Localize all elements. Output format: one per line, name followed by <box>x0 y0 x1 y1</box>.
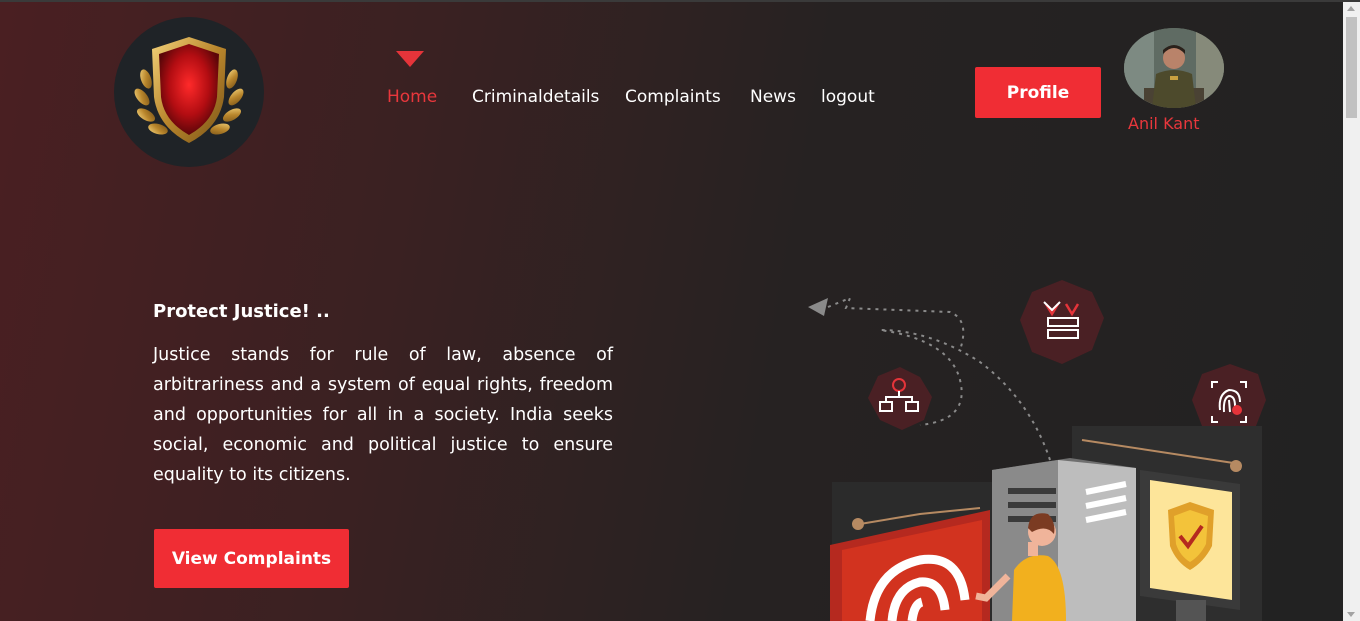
site-logo[interactable] <box>114 17 264 167</box>
shield-laurel-logo-icon <box>134 37 244 143</box>
page-canvas: Home Criminaldetails Complaints News log… <box>0 2 1343 621</box>
scroll-down-arrow-icon[interactable] <box>1347 612 1355 617</box>
user-name: Anil Kant <box>1128 114 1200 133</box>
nav-home[interactable]: Home <box>387 87 437 107</box>
nav-logout[interactable]: logout <box>821 87 875 107</box>
view-complaints-button[interactable]: View Complaints <box>154 529 349 588</box>
scroll-up-arrow-icon[interactable] <box>1347 6 1355 11</box>
triangle-down-icon <box>396 51 424 67</box>
vertical-scrollbar[interactable] <box>1343 2 1360 621</box>
scrollbar-thumb[interactable] <box>1346 17 1357 118</box>
nav-complaints[interactable]: Complaints <box>625 87 721 107</box>
home-page: Home Criminaldetails Complaints News log… <box>0 2 1343 621</box>
hero-description: Justice stands for rule of law, absence … <box>153 345 613 485</box>
avatar[interactable] <box>1124 28 1224 108</box>
nav-criminaldetails[interactable]: Criminaldetails <box>472 87 599 107</box>
nav-news[interactable]: News <box>750 87 796 107</box>
profile-button[interactable]: Profile <box>975 67 1101 118</box>
hero-title: Protect Justice! .. <box>153 301 330 322</box>
cyber-security-illustration-icon <box>808 280 1266 621</box>
user-photo-icon <box>1124 28 1224 108</box>
